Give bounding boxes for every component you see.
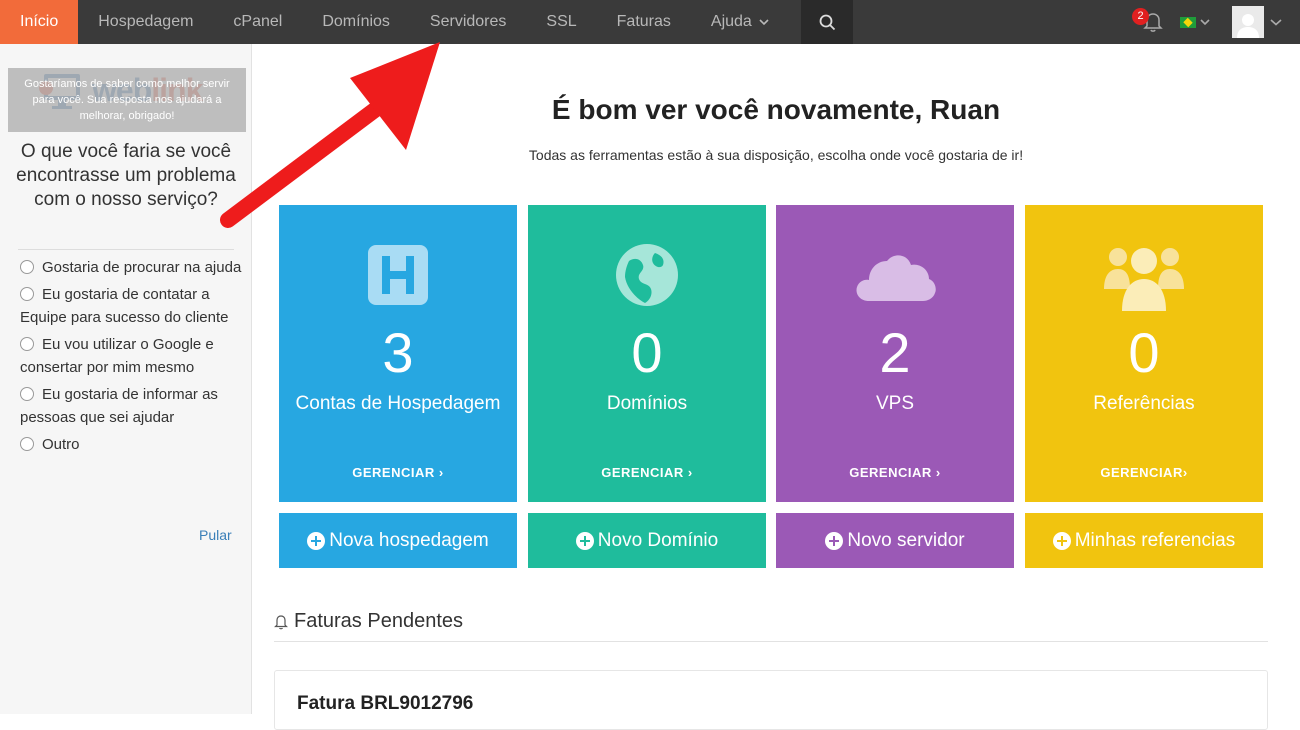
new-server-button[interactable]: Novo servidor	[776, 513, 1014, 568]
plus-circle-icon	[575, 531, 594, 550]
manage-link[interactable]: GERENCIAR›	[1025, 465, 1263, 480]
tile-count: 3	[382, 321, 414, 384]
divider	[274, 641, 1268, 642]
survey-option[interactable]: Gostaria de procurar na ajuda	[20, 256, 242, 279]
tile-count: 2	[879, 321, 911, 384]
language-selector[interactable]	[1180, 16, 1210, 28]
nav-item-cpanel[interactable]: cPanel	[213, 0, 302, 44]
tile-vps[interactable]: 2 VPS GERENCIAR ›	[776, 205, 1014, 502]
tile-dominios[interactable]: 0 Domínios GERENCIAR ›	[528, 205, 766, 502]
chevron-down-icon	[759, 19, 769, 26]
radio-button[interactable]	[20, 387, 34, 401]
nav-item-servidores[interactable]: Servidores	[410, 0, 526, 44]
tile-label: Contas de Hospedagem	[295, 393, 501, 414]
nav-item-hospedagem[interactable]: Hospedagem	[78, 0, 213, 44]
tile-label: VPS	[875, 393, 915, 414]
tile-hospedagem[interactable]: 3 Contas de Hospedagem GERENCIAR ›	[279, 205, 517, 502]
divider	[18, 249, 234, 250]
survey-option[interactable]: Eu vou utilizar o Google e consertar por…	[20, 333, 242, 379]
manage-link[interactable]: GERENCIAR ›	[279, 465, 517, 480]
radio-button[interactable]	[20, 287, 34, 301]
skip-link[interactable]: Pular	[199, 527, 232, 543]
pending-invoices-heading: Faturas Pendentes	[274, 610, 463, 633]
globe-icon	[616, 244, 678, 306]
radio-button[interactable]	[20, 337, 34, 351]
survey-option[interactable]: Eu gostaria de contatar a Equipe para su…	[20, 283, 242, 329]
manage-link[interactable]: GERENCIAR ›	[528, 465, 766, 480]
survey-option[interactable]: Outro	[20, 433, 242, 456]
hosting-icon	[368, 245, 428, 305]
radio-button[interactable]	[20, 260, 34, 274]
survey-question: O que você faria se você encontrasse um …	[16, 141, 236, 210]
nav-item-faturas[interactable]: Faturas	[597, 0, 691, 44]
notifications-button[interactable]: 2	[1132, 0, 1168, 44]
plus-circle-icon	[1052, 531, 1071, 550]
plus-circle-icon	[825, 531, 844, 550]
survey-option[interactable]: Eu gostaria de informar as pessoas que s…	[20, 383, 242, 429]
survey-options: Gostaria de procurar na ajuda Eu gostari…	[20, 256, 242, 460]
nav-item-dominios[interactable]: Domínios	[302, 0, 410, 44]
users-icon	[1104, 248, 1184, 311]
invoice-card[interactable]: Fatura BRL9012796	[274, 670, 1268, 730]
new-domain-button[interactable]: Novo Domínio	[528, 513, 766, 568]
chevron-down-icon	[1200, 19, 1210, 26]
survey-sidebar: weblink Gostaríamos de saber como melhor…	[0, 44, 252, 714]
nav-item-ajuda[interactable]: Ajuda	[691, 0, 789, 44]
user-avatar[interactable]	[1232, 6, 1264, 38]
cloud-icon	[856, 255, 936, 301]
brazil-flag-icon	[1180, 16, 1196, 28]
tile-count: 0	[1128, 321, 1160, 384]
tile-referencias[interactable]: 0 Referências GERENCIAR›	[1025, 205, 1263, 502]
chevron-down-icon[interactable]	[1270, 18, 1282, 26]
search-icon	[819, 14, 835, 30]
nav-item-ajuda-label: Ajuda	[710, 13, 752, 30]
welcome-heading: É bom ver você novamente, Ruan	[551, 94, 1001, 125]
bell-icon	[274, 614, 288, 629]
tile-count: 0	[631, 321, 663, 384]
welcome-subtext: Todas as ferramentas estão à sua disposi…	[528, 147, 1024, 163]
top-navbar: Início Hospedagem cPanel Domínios Servid…	[0, 0, 1300, 44]
radio-button[interactable]	[20, 437, 34, 451]
nav-item-ssl[interactable]: SSL	[526, 0, 596, 44]
search-button[interactable]	[801, 0, 854, 44]
plus-circle-icon	[307, 531, 326, 550]
survey-intro-tooltip: Gostaríamos de saber como melhor servir …	[8, 68, 246, 132]
manage-link[interactable]: GERENCIAR ›	[776, 465, 1014, 480]
user-silhouette-icon	[1237, 14, 1259, 38]
nav-item-inicio[interactable]: Início	[0, 0, 79, 44]
invoice-title: Fatura BRL9012796	[297, 693, 474, 714]
tile-label: Domínios	[606, 393, 688, 414]
tile-label: Referências	[1093, 393, 1195, 414]
notification-count-badge: 2	[1132, 8, 1149, 25]
new-hosting-button[interactable]: Nova hospedagem	[279, 513, 517, 568]
my-referrals-button[interactable]: Minhas referencias	[1025, 513, 1263, 568]
